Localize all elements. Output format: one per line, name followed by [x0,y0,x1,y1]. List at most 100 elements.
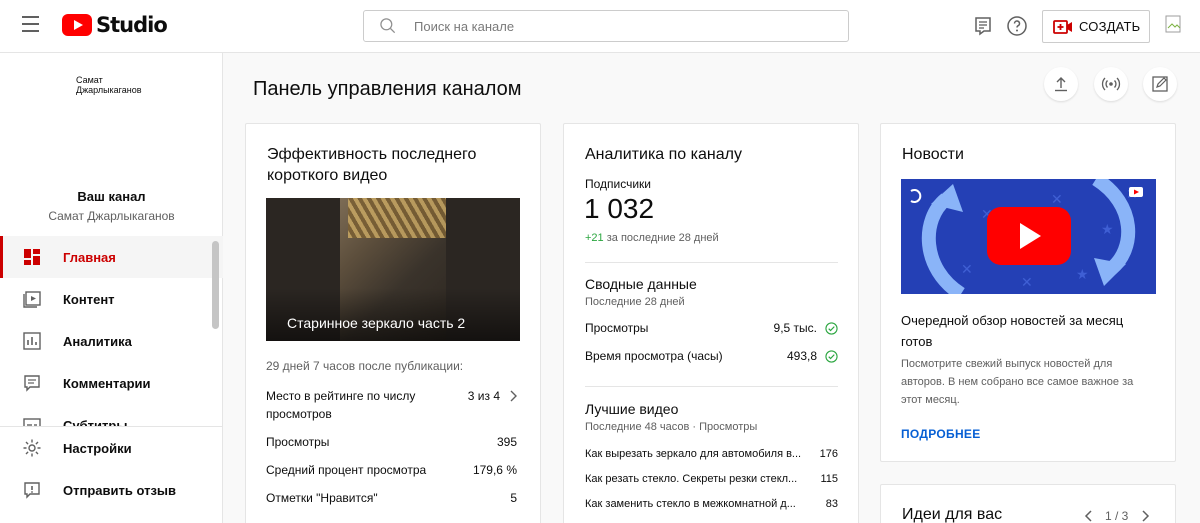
search-icon [380,18,396,34]
news-body: Посмотрите свежий выпуск новостей для ав… [901,358,1134,406]
news-illustration: ★✕✕★ ✕★✕✕ [901,179,1156,294]
content-icon [23,291,41,308]
row-label: Средний процент просмотра [266,463,427,477]
card-title: Новости [902,146,964,163]
chevron-left-icon[interactable] [1082,509,1096,523]
delta-period: за последние 28 дней [606,232,719,244]
video-camera-icon [1053,19,1072,34]
comments-icon [24,375,40,392]
summary-title: Сводные данные [585,276,697,292]
create-button[interactable]: СОЗДАТЬ [1042,10,1150,43]
sidebar-item-feedback[interactable]: Отправить отзыв [0,469,223,511]
news-headline: Очередной обзор новостей за месяц готов [901,313,1124,349]
sidebar-scrollbar[interactable] [212,241,219,329]
video-thumbnail[interactable]: Старинное зеркало часть 2 [266,198,520,341]
sidebar: Самат Джарлыкаганов Ваш канал Самат Джар… [0,53,223,523]
stat-value: 9,5 тыс. [773,321,817,335]
ideas-pager: 1 / 3 [1105,509,1129,523]
svg-text:✕: ✕ [1021,275,1033,291]
sidebar-item-content[interactable]: Контент [0,278,223,320]
sidebar-item-label: Комментарии [63,375,151,391]
card-title: Эффективность последнего короткого видео [267,146,477,184]
summary-period: Последние 28 дней [585,296,685,308]
top-videos-title: Лучшие видео [585,401,679,417]
avatar-alt-line: Джарлыкаганов [76,85,142,95]
news-card: Новости ★✕✕★ ✕★✕✕ Очередной обзор новост… [880,123,1176,462]
svg-text:★: ★ [1101,222,1114,238]
svg-text:✕: ✕ [1051,192,1063,208]
row-value: 179,6 % [472,463,517,477]
top-video-title[interactable]: Как вырезать зеркало для автомобиля в... [585,448,813,460]
upload-button[interactable] [1044,67,1078,101]
sidebar-item-analytics[interactable]: Аналитика [0,320,223,362]
stat-label: Просмотры [585,321,649,335]
divider [585,386,838,387]
sidebar-item-comments[interactable]: Комментарии [0,362,223,404]
subscribers-label: Подписчики [585,177,652,191]
logo-text: Studio [96,13,168,37]
top-header: Studio СОЗДАТЬ [0,0,1200,53]
sidebar-item-label: Главная [63,249,116,265]
card-title: Идеи для вас [902,506,1003,523]
messages-icon[interactable] [971,14,995,38]
row-label: Место в рейтинге по числу просмотров [266,389,416,421]
sidebar-item-subtitles[interactable]: Субтитры [0,404,223,426]
create-post-button[interactable] [1143,67,1177,101]
top-videos-period: Последние 48 часов · Просмотры [585,421,758,433]
svg-text:★: ★ [1076,267,1089,283]
learn-more-link[interactable]: ПОДРОБНЕЕ [901,427,981,441]
help-icon[interactable] [1005,14,1029,38]
top-video-views: 83 [825,498,838,510]
stat-value: 493,8 [786,349,817,363]
sidebar-item-label: Субтитры [63,417,128,427]
chevron-right-icon [510,390,517,402]
divider [585,262,838,263]
row-value: 3 из 4 [467,389,500,403]
subtitles-icon [23,418,41,426]
mirror-frame-ornament [348,198,446,238]
sidebar-item-dashboard[interactable]: Главная [0,236,223,278]
row-label: Отметки "Нравится" [266,491,378,505]
your-channel-label[interactable]: Ваш канал [0,189,223,204]
row-label: Просмотры [266,435,330,449]
likes-row: Отметки "Нравится" 5 [266,489,520,507]
search-box[interactable] [363,10,849,42]
since-publish-text: 29 дней 7 часов после публикации: [266,359,464,373]
account-avatar-icon[interactable] [1162,12,1190,40]
create-label: СОЗДАТЬ [1079,19,1141,34]
feedback-icon [24,482,40,499]
news-image[interactable]: ★✕✕★ ✕★✕✕ [901,179,1156,294]
upload-icon [1055,77,1067,92]
stat-label: Время просмотра (часы) [585,349,723,363]
top-video-title[interactable]: Как заменить стекло в межкомнатной д... [585,498,813,510]
top-video-views: 176 [819,448,838,460]
sidebar-item-label: Отправить отзыв [63,482,176,498]
go-live-button[interactable] [1094,67,1128,101]
search-input[interactable] [414,18,814,34]
last-short-card: Эффективность последнего короткого видео… [245,123,541,523]
sidebar-item-label: Контент [63,291,115,307]
views-row: Просмотры 395 [266,433,520,451]
sidebar-nav: Главная Контент Аналитика Комментарии Су… [0,236,223,426]
sidebar-bottom: Настройки Отправить отзыв [0,426,223,511]
channel-avatar-alt-text: Самат Джарлыкаганов [76,75,142,95]
sidebar-item-label: Аналитика [63,333,132,349]
top-video-title[interactable]: Как резать стекло. Секреты резки стекл..… [585,473,813,485]
studio-logo[interactable]: Studio [62,13,168,37]
chevron-right-icon[interactable] [1138,509,1152,523]
svg-text:✕: ✕ [961,262,973,278]
card-title: Аналитика по каналу [585,146,742,163]
sidebar-item-label: Настройки [63,440,132,456]
video-title: Старинное зеркало часть 2 [287,315,466,331]
avatar-alt-line: Самат [76,75,103,85]
ranking-row[interactable]: Место в рейтинге по числу просмотров 3 и… [266,387,520,423]
top-video-views: 115 [820,473,838,485]
row-value: 395 [496,435,517,449]
menu-icon[interactable] [22,16,42,36]
sidebar-item-settings[interactable]: Настройки [0,427,223,469]
analytics-icon [23,332,41,350]
live-broadcast-icon [1101,77,1121,91]
avg-percent-row: Средний процент просмотра 179,6 % [266,461,520,479]
check-circle-icon [825,350,838,363]
check-circle-icon [825,322,838,335]
